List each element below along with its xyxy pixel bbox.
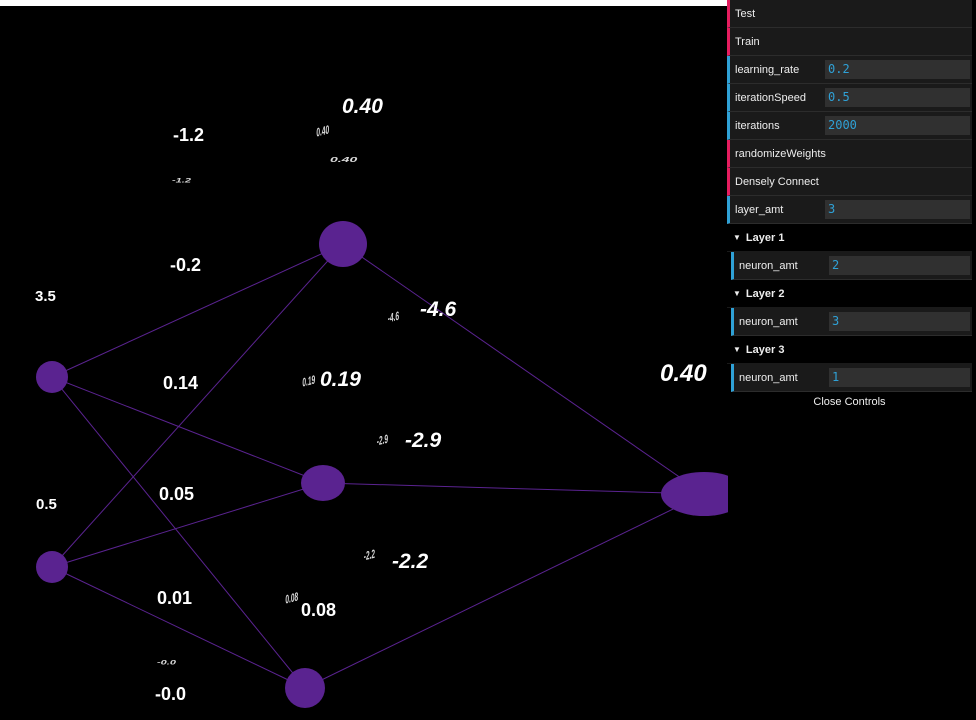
randomize-weights-button[interactable]: randomizeWeights [727,140,972,168]
weight-value: -0.2 [170,255,202,275]
caret-down-icon: ▼ [733,289,741,298]
neuron-l2-n1[interactable] [319,221,367,267]
layer-2-folder: neuron_amt 3 [727,308,972,336]
output-value: 0.40 [660,360,707,387]
caret-down-icon: ▼ [733,233,741,242]
weight-value: -4.6 [420,298,457,321]
layer-3-neuron-amt-control: neuron_amt 1 [731,364,972,392]
weight-edge [51,243,344,568]
weight-value: 0.05 [159,484,195,504]
weight-edge [51,376,306,689]
neuron-l2-n2[interactable] [301,465,345,501]
weight-value: 0.01 [157,588,193,608]
iterations-label: iterations [735,119,780,132]
test-label: Test [735,7,756,20]
layer-3-folder-toggle[interactable]: ▼ Layer 3 [727,336,972,364]
weight-value: -2.2 [392,550,429,573]
iterations-control: iterations 2000 [727,112,972,140]
iteration-speed-control: iterationSpeed 0.5 [727,84,972,112]
layer-3-neuron-amt-input[interactable]: 1 [829,368,970,387]
randomize-weights-label: randomizeWeights [735,147,826,160]
weight-edge [342,243,705,495]
weight-value-side: -2.9 [376,431,389,449]
layer-2-neuron-amt-control: neuron_amt 3 [731,308,972,336]
layer-amt-control: layer_amt 3 [727,196,972,224]
caret-down-icon: ▼ [733,345,741,354]
weight-value-side: -2.2 [363,546,376,564]
learning-rate-label: learning_rate [735,63,800,76]
layer-3-folder: neuron_amt 1 [727,364,972,392]
input-value-1: 3.5 [35,288,56,305]
neuron-l1-n1[interactable] [36,361,68,393]
layer-1-title: Layer 1 [745,231,785,244]
iteration-speed-input[interactable]: 0.5 [825,88,970,107]
layer-1-neuron-amt-control: neuron_amt 2 [731,252,972,280]
learning-rate-control: learning_rate 0.2 [727,56,972,84]
controls-panel: Test Train learning_rate 0.2 iterationSp… [727,0,972,412]
iterations-input[interactable]: 2000 [825,116,970,135]
weight-value-reflection: -0.0 [157,659,176,667]
close-controls-button[interactable]: Close Controls [727,392,972,412]
weight-value-side: -4.6 [387,308,400,326]
weight-value: 0.14 [163,373,199,393]
neuron-l2-n3[interactable] [285,668,325,708]
neuron-amt-label: neuron_amt [739,259,798,272]
weight-value: -2.9 [405,429,442,452]
neuron-amt-label: neuron_amt [739,315,798,328]
layer-2-folder-toggle[interactable]: ▼ Layer 2 [727,280,972,308]
bias-value: 0.19 [320,368,361,391]
weight-value-reflection: -1.2 [172,177,191,185]
test-button[interactable]: Test [727,0,972,28]
train-label: Train [735,35,760,48]
iteration-speed-label: iterationSpeed [735,91,806,104]
neuron-l3-n1[interactable] [661,472,728,516]
layer-1-folder: neuron_amt 2 [727,252,972,280]
layer-1-folder-toggle[interactable]: ▼ Layer 1 [727,224,972,252]
neuron-l1-n2[interactable] [36,551,68,583]
weight-edge [322,482,705,495]
weight-value: -0.0 [155,684,187,704]
weight-edge [51,566,306,689]
layer-amt-label: layer_amt [735,203,784,216]
bias-value: 0.08 [301,600,337,620]
bias-value: 0.40 [342,95,383,118]
bias-value-reflection: 0.40 [330,154,358,164]
weight-edge [304,493,705,689]
train-button[interactable]: Train [727,28,972,56]
weight-value: -1.2 [173,125,205,145]
learning-rate-input[interactable]: 0.2 [825,60,970,79]
layer-1-neuron-amt-input[interactable]: 2 [829,256,970,275]
densely-connect-button[interactable]: Densely Connect [727,168,972,196]
densely-connect-label: Densely Connect [735,175,819,188]
layer-2-neuron-amt-input[interactable]: 3 [829,312,970,331]
input-value-2: 0.5 [36,496,57,513]
layer-amt-input[interactable]: 3 [825,200,970,219]
layer-3-title: Layer 3 [745,343,785,356]
layer-2-title: Layer 2 [745,287,785,300]
neuron-amt-label: neuron_amt [739,371,798,384]
